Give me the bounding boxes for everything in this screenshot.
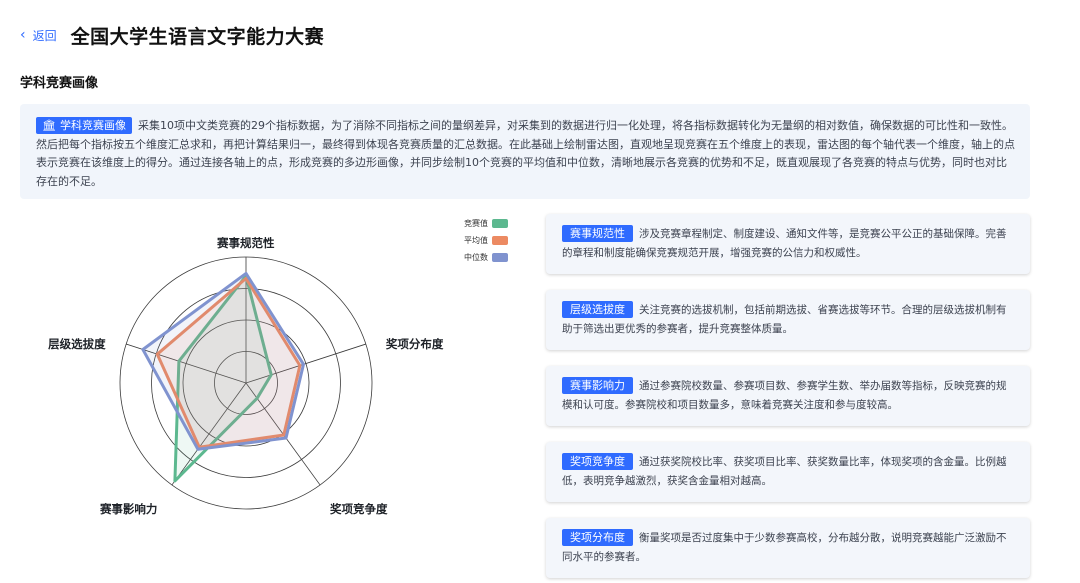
card-regulation: 赛事规范性 涉及竞赛章程制定、制度建设、通知文件等，是竞赛公平公正的基础保障。完善… bbox=[546, 214, 1030, 274]
axis-label-influence: 赛事影响力 bbox=[99, 501, 158, 516]
card-selection: 层级选拔度 关注竞赛的选拔机制，包括前期选拔、省赛选拔等环节。合理的层级选拔机制有… bbox=[546, 290, 1030, 350]
building-icon: 🏛︎ bbox=[42, 119, 56, 132]
legend-swatch bbox=[492, 219, 508, 228]
radar-svg bbox=[119, 256, 373, 510]
card-award-competition: 奖项竞争度 通过获奖院校比率、获奖项目比率、获奖数量比率，体现奖项的含金量。比例越… bbox=[546, 442, 1030, 502]
axis-label-award-distribution: 奖项分布度 bbox=[385, 337, 444, 352]
legend-label: 平均值 bbox=[464, 236, 488, 245]
page: ‹ 返回 全国大学生语言文字能力大赛 学科竞赛画像 🏛︎ 学科竞赛画像 采集10项中… bbox=[0, 0, 1080, 583]
card-tag: 赛事影响力 bbox=[562, 377, 633, 394]
card-award-distribution: 奖项分布度 衡量奖项是否过度集中于少数参赛高校，分布越分散，说明竞赛越能广泛激励不… bbox=[546, 518, 1030, 578]
axis-label-selection: 层级选拔度 bbox=[48, 337, 106, 352]
legend-label: 竞赛值 bbox=[464, 219, 488, 228]
legend-item-average[interactable]: 平均值 bbox=[460, 232, 508, 249]
section-title: 学科竞赛画像 bbox=[20, 76, 99, 91]
intro-tag: 🏛︎ 学科竞赛画像 bbox=[36, 117, 132, 134]
series-polygon bbox=[141, 271, 305, 451]
card-tag: 层级选拔度 bbox=[562, 301, 633, 318]
card-tag: 奖项分布度 bbox=[562, 529, 633, 546]
chart-legend: 竞赛值 平均值 中位数 bbox=[460, 215, 508, 266]
back-button[interactable]: ‹ 返回 bbox=[20, 27, 57, 44]
header: ‹ 返回 全国大学生语言文字能力大赛 bbox=[20, 22, 324, 48]
card-tag: 奖项竞争度 bbox=[562, 453, 633, 470]
card-influence: 赛事影响力 通过参赛院校数量、参赛项目数、参赛学生数、举办届数等指标，反映竞赛的规… bbox=[546, 366, 1030, 426]
radar-chart: 赛事规范性 奖项分布度 奖项竞争度 赛事影响力 层级选拔度 竞赛值 平均值 中位… bbox=[20, 205, 530, 583]
axis-label-award-competition: 奖项竞争度 bbox=[330, 501, 388, 516]
legend-swatch bbox=[492, 236, 508, 245]
legend-item-competition[interactable]: 竞赛值 bbox=[460, 215, 508, 232]
intro-text: 采集10项中文类竞赛的29个指标数据，为了消除不同指标之间的量纲差异，对采集到的… bbox=[36, 119, 1015, 188]
legend-swatch bbox=[492, 253, 508, 262]
chevron-left-icon: ‹ bbox=[20, 27, 26, 43]
axis-label-regulation: 赛事规范性 bbox=[217, 236, 275, 250]
back-label: 返回 bbox=[32, 28, 57, 43]
intro-tag-label: 学科竞赛画像 bbox=[59, 119, 126, 132]
legend-label: 中位数 bbox=[464, 253, 488, 262]
legend-item-median[interactable]: 中位数 bbox=[460, 249, 508, 266]
card-tag: 赛事规范性 bbox=[562, 225, 633, 242]
intro-panel: 🏛︎ 学科竞赛画像 采集10项中文类竞赛的29个指标数据，为了消除不同指标之间的量纲… bbox=[20, 104, 1030, 199]
page-title: 全国大学生语言文字能力大赛 bbox=[70, 25, 325, 48]
